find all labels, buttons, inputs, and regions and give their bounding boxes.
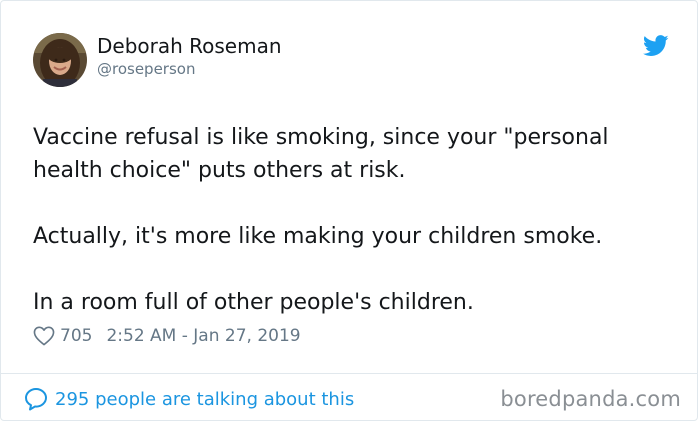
tweet-timestamp[interactable]: 2:52 AM - Jan 27, 2019 [106,326,300,346]
tweet-paragraph-3: In a room full of other people's childre… [33,290,474,315]
tweet-meta: 705 2:52 AM - Jan 27, 2019 [33,323,301,349]
tweet-paragraph-2: Actually, it's more like making your chi… [33,224,603,249]
conversation-link[interactable]: 295 people are talking about this [23,386,354,412]
divider [1,373,697,374]
like-count[interactable]: 705 [60,326,92,346]
author-handle[interactable]: @roseperson [97,59,195,79]
author-display-name[interactable]: Deborah Roseman [97,33,282,59]
conversation-label[interactable]: 295 people are talking about this [55,389,354,410]
speech-bubble-icon [25,388,47,411]
avatar[interactable] [33,33,87,87]
heart-icon[interactable] [33,326,55,346]
twitter-bird-icon[interactable] [643,35,669,57]
watermark: boredpanda.com [500,387,681,411]
tweet-card: Deborah Roseman @roseperson Vaccine refu… [0,0,698,421]
tweet-paragraph-1: Vaccine refusal is like smoking, since y… [33,125,609,183]
